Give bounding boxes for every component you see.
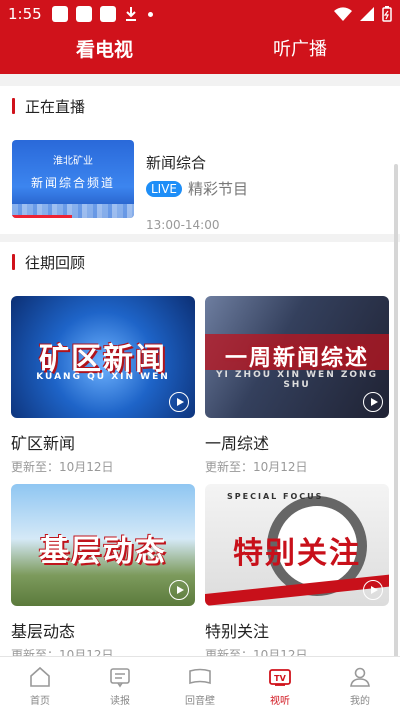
- profile-icon: [350, 667, 370, 687]
- live-section: 正在直播 淮北矿业 新闻综合频道 新闻综合 LIVE 精彩节目 13:00-14…: [0, 86, 400, 234]
- play-icon[interactable]: [169, 392, 189, 412]
- status-time: 1:55: [8, 5, 42, 23]
- play-icon[interactable]: [363, 392, 383, 412]
- program-updated: 更新至：10月12日: [11, 460, 114, 474]
- live-badge: LIVE: [146, 180, 183, 197]
- program-card-weekly-review[interactable]: 一周新闻综述 YI ZHOU XIN WEN ZONG SHU 一周综述 更新至…: [205, 296, 389, 474]
- nav-home[interactable]: 首页: [0, 657, 80, 711]
- program-thumbnail[interactable]: 基层动态: [11, 484, 195, 606]
- live-channel-name[interactable]: 新闻综合: [146, 152, 206, 173]
- thumbnail-title: 特别关注: [233, 536, 361, 571]
- nav-home-label: 首页: [30, 696, 50, 707]
- live-program-name: 精彩节目: [188, 180, 249, 198]
- section-marker: [12, 254, 15, 270]
- nav-newspaper-label: 读报: [110, 696, 130, 707]
- past-section-title: 往期回顾: [25, 253, 86, 272]
- play-icon[interactable]: [169, 580, 189, 600]
- program-card-mining-news[interactable]: 矿区新闻 KUANG QU XIN WEN 矿区新闻 更新至：10月12日: [11, 296, 195, 474]
- battery-icon: [382, 6, 392, 22]
- past-section-header: 往期回顾: [12, 252, 85, 272]
- program-updated: 更新至：10月12日: [11, 648, 114, 656]
- top-tab-bar: 看电视 听广播: [0, 28, 400, 74]
- nav-profile-label: 我的: [350, 696, 370, 707]
- play-icon[interactable]: [363, 580, 383, 600]
- program-thumbnail[interactable]: 一周新闻综述 YI ZHOU XIN WEN ZONG SHU: [205, 296, 389, 418]
- tab-listen-radio[interactable]: 听广播: [273, 28, 327, 74]
- status-bar: 1:55: [0, 0, 400, 28]
- thumbnail-accent: [12, 215, 72, 218]
- echo-wall-icon: [189, 668, 211, 685]
- wifi-icon: [334, 7, 352, 21]
- home-icon: [30, 666, 50, 687]
- thumbnail-logo: 淮北矿业: [53, 156, 93, 167]
- bottom-nav: 首页 读报 回音壁 TV 视听 我的: [0, 656, 400, 711]
- tv-icon: TV: [269, 669, 291, 686]
- thumbnail-title: 一周新闻综述: [224, 346, 369, 371]
- program-card-grassroots[interactable]: 基层动态 基层动态 更新至：10月12日: [11, 484, 195, 656]
- nav-echo-wall[interactable]: 回音壁: [160, 657, 240, 711]
- nav-av-label: 视听: [270, 696, 290, 707]
- download-icon: [125, 7, 136, 21]
- image-notification-icon: [51, 6, 68, 22]
- content-area: 正在直播 淮北矿业 新闻综合频道 新闻综合 LIVE 精彩节目 13:00-14…: [0, 74, 400, 656]
- more-notifications-icon: [147, 11, 153, 17]
- program-name[interactable]: 基层动态: [11, 618, 75, 642]
- app-notification-icon: [75, 6, 92, 22]
- program-updated: 更新至：10月12日: [205, 460, 308, 474]
- section-marker: [12, 98, 15, 114]
- program-name[interactable]: 矿区新闻: [11, 430, 75, 454]
- signal-icon: [360, 7, 374, 21]
- live-program-time: 13:00-14:00: [146, 218, 220, 232]
- live-section-title: 正在直播: [25, 97, 86, 116]
- thumbnail-subtitle: YI ZHOU XIN WEN ZONG SHU: [216, 370, 378, 390]
- program-card-special-focus[interactable]: SPECIAL FOCUS 特别关注 特别关注 更新至：10月12日: [205, 484, 389, 656]
- program-thumbnail[interactable]: SPECIAL FOCUS 特别关注: [205, 484, 389, 606]
- program-thumbnail[interactable]: 矿区新闻 KUANG QU XIN WEN: [11, 296, 195, 418]
- live-program-row: LIVE 精彩节目: [146, 178, 248, 199]
- thumbnail-channel-title: 新闻综合频道: [30, 176, 115, 190]
- program-name[interactable]: 特别关注: [205, 618, 269, 642]
- program-name[interactable]: 一周综述: [205, 430, 269, 454]
- program-updated: 更新至：10月12日: [205, 648, 308, 656]
- scrollbar[interactable]: [394, 164, 398, 656]
- thumbnail-title: 基层动态: [39, 534, 167, 569]
- live-channel-thumbnail[interactable]: 淮北矿业 新闻综合频道: [12, 140, 134, 218]
- svg-text:TV: TV: [274, 674, 286, 683]
- past-section: 往期回顾 矿区新闻 KUANG QU XIN WEN 矿区新闻 更新至：10月1…: [0, 242, 400, 656]
- app-notification-icon-2: [99, 6, 116, 22]
- nav-profile[interactable]: 我的: [320, 657, 400, 711]
- tab-watch-tv[interactable]: 看电视: [76, 28, 133, 74]
- nav-av[interactable]: TV 视听: [240, 657, 320, 711]
- newspaper-icon: [110, 668, 130, 688]
- nav-newspaper[interactable]: 读报: [80, 657, 160, 711]
- live-section-header: 正在直播: [12, 96, 85, 116]
- nav-echo-wall-label: 回音壁: [185, 696, 215, 707]
- thumbnail-subtitle: KUANG QU XIN WEN: [36, 372, 170, 382]
- thumbnail-subtitle: SPECIAL FOCUS: [227, 492, 324, 501]
